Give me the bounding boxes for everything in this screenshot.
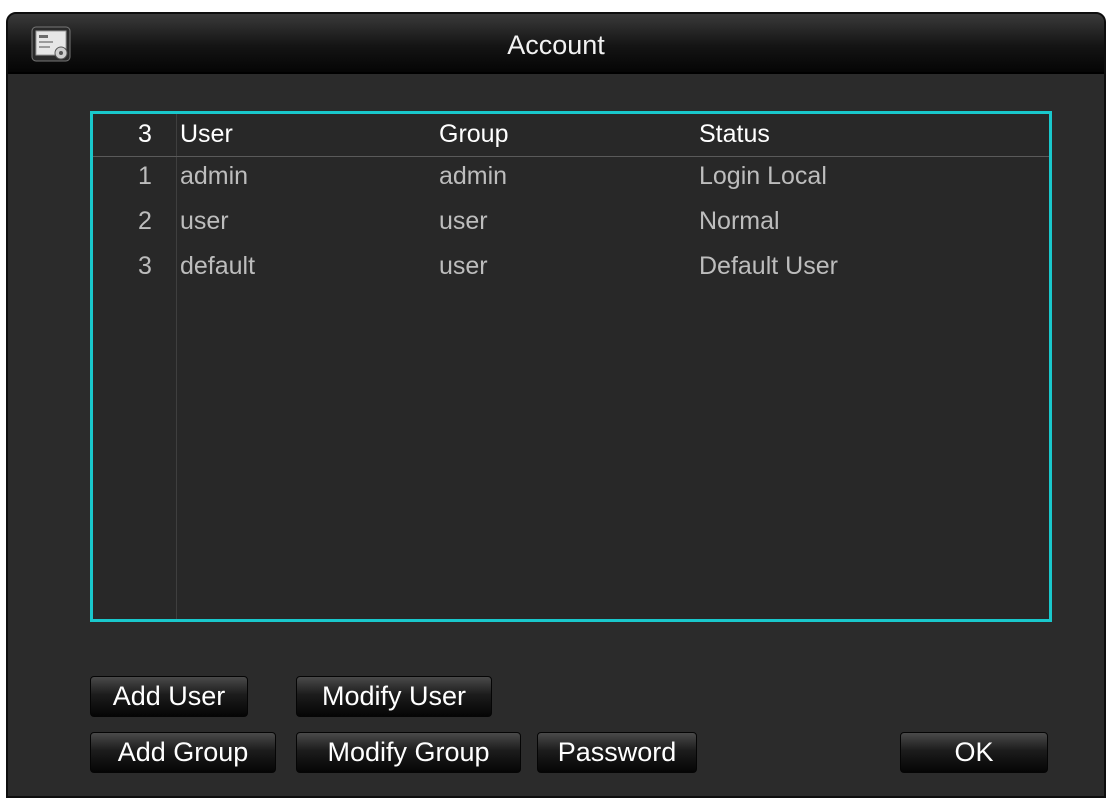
user-list[interactable]: 3 User Group Status 1 admin admin Login … <box>90 111 1052 622</box>
list-header: 3 User Group Status <box>93 114 1049 157</box>
user-status: Login Local <box>699 162 827 190</box>
user-group: user <box>439 207 488 235</box>
title-bar: Account <box>8 14 1104 74</box>
table-row[interactable]: 1 admin admin Login Local <box>93 158 1049 203</box>
add-group-button[interactable]: Add Group <box>90 732 276 773</box>
user-name: admin <box>180 162 249 190</box>
password-button[interactable]: Password <box>537 732 697 773</box>
group-column-header: Group <box>439 120 509 148</box>
row-number: 3 <box>138 252 152 280</box>
table-row[interactable]: 3 default user Default User <box>93 248 1049 293</box>
table-row[interactable]: 2 user user Normal <box>93 203 1049 248</box>
user-status: Default User <box>699 252 838 280</box>
user-column-header: User <box>180 120 233 148</box>
user-group: admin <box>439 162 508 190</box>
account-dialog: Account 3 User Group Status 1 admin admi… <box>6 12 1106 798</box>
row-number: 2 <box>138 207 152 235</box>
add-user-button[interactable]: Add User <box>90 676 248 717</box>
status-column-header: Status <box>699 120 770 148</box>
user-status: Normal <box>699 207 780 235</box>
dialog-title: Account <box>507 30 605 60</box>
modify-user-button[interactable]: Modify User <box>296 676 492 717</box>
user-name: default <box>180 252 256 280</box>
row-number: 1 <box>138 162 152 190</box>
modify-group-button[interactable]: Modify Group <box>296 732 521 773</box>
user-count-header: 3 <box>138 120 152 148</box>
user-group: user <box>439 252 488 280</box>
user-name: user <box>180 207 229 235</box>
ok-button[interactable]: OK <box>900 732 1048 773</box>
